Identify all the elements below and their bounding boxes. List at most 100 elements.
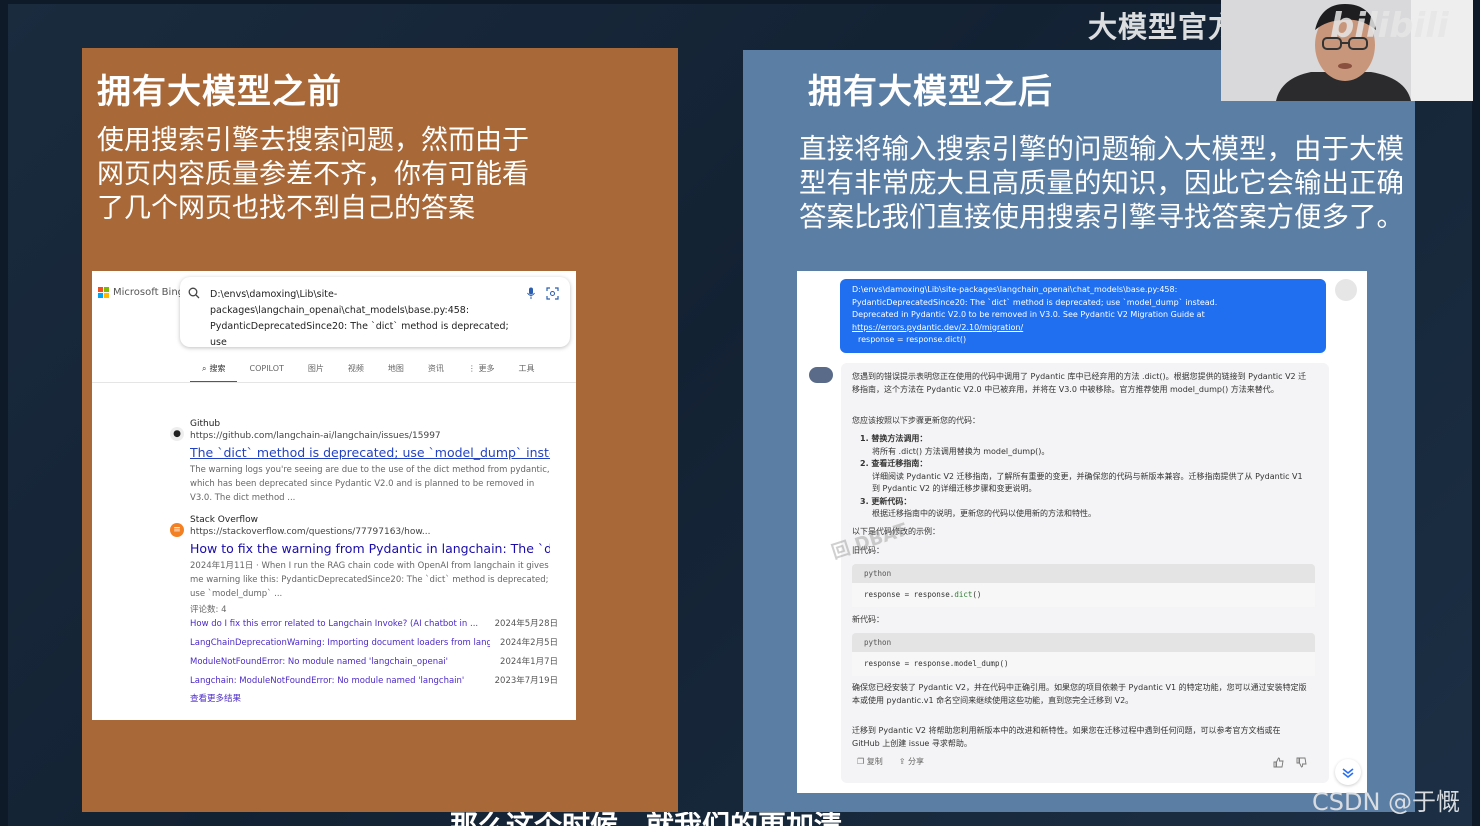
related-date: 2024年2月5日: [500, 638, 558, 648]
tab-images[interactable]: 图片: [296, 363, 336, 381]
tab-search[interactable]: ⌕ 搜索: [190, 363, 238, 383]
step-heading: 3. 更新代码：: [860, 496, 912, 506]
code-function: dict: [954, 590, 973, 599]
step-body: 详细阅读 Pydantic V2 迁移指南，了解所有重要的变更，并确保您的代码与…: [872, 471, 1303, 494]
search-tabs: ⌕ 搜索 COPILOT 图片 视频 地图 资讯 ⋮ 更多 工具: [190, 363, 546, 383]
related-title[interactable]: LangChainDeprecationWarning: Importing d…: [190, 634, 490, 653]
related-results: How do I fix this error related to Langc…: [190, 615, 558, 707]
message-actions: ❐ 复制 ⇪ 分享: [857, 756, 924, 767]
copy-label: 复制: [866, 757, 883, 766]
feedback-buttons: [1273, 757, 1307, 768]
tab-copilot[interactable]: COPILOT: [237, 363, 295, 381]
user-message-line: D:\envs\damoxing\Lib\site-packages\langc…: [852, 285, 1178, 294]
user-message-line: Deprecated in Pydantic V2.0 to be remove…: [852, 310, 1205, 319]
step-body: 根据迁移指南中的说明，更新您的代码以使用新的方法和特性。: [872, 509, 1096, 518]
microphone-icon[interactable]: [526, 287, 536, 300]
bing-logo: Microsoft Bing: [98, 287, 184, 298]
new-code-label: 新代码：: [852, 615, 884, 624]
stackoverflow-icon: ≡: [170, 523, 184, 537]
bing-search-screenshot: Microsoft Bing D:\envs\damoxing\Lib\site…: [92, 271, 576, 720]
step-body: 将所有 .dict() 方法调用替换为 model_dump()。: [872, 446, 1050, 456]
tab-label: 搜索: [209, 364, 226, 373]
tab-maps[interactable]: 地图: [376, 363, 416, 381]
share-label: 分享: [907, 757, 924, 766]
user-avatar: [1335, 279, 1357, 301]
desc-line: 网页内容质量参差不齐，你有可能看: [97, 159, 529, 190]
thumbs-up-icon[interactable]: [1273, 757, 1284, 768]
visual-search-icon[interactable]: [546, 287, 559, 300]
thumbs-down-icon[interactable]: [1296, 757, 1307, 768]
related-row[interactable]: ModuleNotFoundError: No module named 'la…: [190, 653, 558, 672]
csdn-watermark: CSDN @于慨: [1312, 788, 1461, 816]
search-result: ● Github https://github.com/langchain-ai…: [170, 419, 550, 505]
bing-logo-text: Microsoft Bing: [113, 287, 185, 298]
step-heading: 2. 查看迁移指南：: [860, 459, 928, 468]
step-heading: 1. 替换方法调用：: [860, 434, 928, 443]
old-code-line: response = response.dict(): [852, 583, 1315, 607]
copy-icon: ❐: [857, 757, 865, 766]
related-title[interactable]: How do I fix this error related to Langc…: [190, 615, 490, 634]
result-title-link[interactable]: How to fix the warning from Pydantic in …: [190, 541, 550, 557]
video-subtitle: 那么这个时候，就我们的更加清: [450, 812, 842, 826]
search-tab-icon: ⌕: [202, 364, 207, 373]
query-line: packages\langchain_openai\chat_models\ba…: [210, 305, 470, 316]
query-line: PydanticDeprecatedSince20: The `dict` me…: [210, 321, 509, 348]
user-message-line: PydanticDeprecatedSince20: The `dict` me…: [852, 297, 1218, 307]
code-language: python: [852, 633, 1315, 652]
tab-news[interactable]: 资讯: [416, 363, 456, 381]
search-input[interactable]: D:\envs\damoxing\Lib\site- packages\lang…: [180, 277, 570, 348]
new-code-line: response = response.model_dump(): [852, 652, 1315, 676]
tab-more[interactable]: ⋮ 更多: [456, 363, 507, 381]
related-row[interactable]: How do I fix this error related to Langc…: [190, 615, 558, 634]
related-row[interactable]: Langchain: ModuleNotFoundError: No modul…: [190, 672, 558, 691]
desc-line: 型有非常庞大且高质量的知识，因此它会输出正确: [799, 167, 1404, 199]
result-url[interactable]: https://github.com/langchain-ai/langchai…: [190, 430, 550, 442]
github-icon: ●: [170, 427, 184, 441]
search-query-text: D:\envs\damoxing\Lib\site- packages\lang…: [210, 287, 510, 351]
desc-line: 了几个网页也找不到自己的答案: [97, 193, 475, 224]
assistant-intro: 您遇到的错误提示表明您正在使用的代码中调用了 Pydantic 库中已经弃用的方…: [852, 372, 1307, 394]
user-message: D:\envs\damoxing\Lib\site-packages\langc…: [840, 279, 1326, 353]
after-llm-title: 拥有大模型之后: [808, 72, 1053, 112]
related-date: 2023年7月19日: [494, 676, 558, 686]
tabs-divider: [92, 382, 576, 383]
result-snippet: 2024年1月11日 · When I run the RAG chain co…: [190, 561, 549, 599]
see-more-link[interactable]: 查看更多结果: [190, 691, 558, 707]
query-line: D:\envs\damoxing\Lib\site-: [210, 289, 338, 300]
after-llm-description: 直接将输入搜索引擎的问题输入大模型，由于大模 型有非常庞大且高质量的知识，因此它…: [799, 132, 1404, 234]
desc-line: 使用搜索引擎去搜索问题，然而由于: [97, 125, 529, 156]
old-code-block: python response = response.dict(): [852, 564, 1315, 607]
result-site: Stack Overflow: [190, 515, 258, 525]
bilibili-logo: bilibili: [1330, 6, 1449, 46]
migration-guide-link[interactable]: https://errors.pydantic.dev/2.10/migrati…: [852, 322, 1314, 335]
new-code-block: python response = response.model_dump(): [852, 633, 1315, 676]
example-intro: 以下是代码修改的示例：: [852, 527, 940, 536]
related-title[interactable]: ModuleNotFoundError: No module named 'la…: [190, 653, 490, 672]
old-code-label: 旧代码：: [852, 546, 884, 555]
code-text: response = response.: [864, 590, 955, 599]
desc-line: 直接将输入搜索引擎的问题输入大模型，由于大模: [799, 133, 1404, 165]
assistant-avatar-icon: [809, 367, 833, 383]
user-message-code: response = response.dict(): [858, 335, 967, 344]
share-icon: ⇪: [898, 757, 906, 766]
code-language: python: [852, 564, 1315, 583]
related-title[interactable]: Langchain: ModuleNotFoundError: No modul…: [190, 672, 490, 691]
search-result: ≡ Stack Overflow https://stackoverflow.c…: [170, 515, 550, 617]
assistant-steps-intro: 您应该按照以下步骤更新您的代码：: [852, 416, 980, 425]
microsoft-logo-icon: [98, 287, 109, 298]
result-title-link[interactable]: The `dict` method is deprecated; use `mo…: [190, 445, 550, 461]
related-date: 2024年5月28日: [494, 619, 558, 629]
search-icon[interactable]: [188, 287, 200, 299]
tab-videos[interactable]: 视频: [336, 363, 376, 381]
assistant-closing: 迁移到 Pydantic V2 将帮助您利用新版本中的改进和新特性。如果您在迁移…: [852, 726, 1281, 748]
related-row[interactable]: LangChainDeprecationWarning: Importing d…: [190, 634, 558, 653]
copy-button[interactable]: ❐ 复制: [857, 756, 883, 767]
share-button[interactable]: ⇪ 分享: [899, 756, 924, 767]
assistant-steps: 1. 替换方法调用： 将所有 .dict() 方法调用替换为 model_dum…: [852, 433, 1310, 521]
before-llm-description: 使用搜索引擎去搜索问题，然而由于 网页内容质量参差不齐，你有可能看 了几个网页也…: [97, 124, 529, 226]
tab-tools[interactable]: 工具: [506, 363, 546, 381]
result-url[interactable]: https://stackoverflow.com/questions/7779…: [190, 526, 550, 538]
code-text: (): [972, 590, 982, 599]
result-site: Github: [190, 419, 221, 429]
desc-line: 答案比我们直接使用搜索引擎寻找答案方便多了。: [799, 201, 1404, 233]
